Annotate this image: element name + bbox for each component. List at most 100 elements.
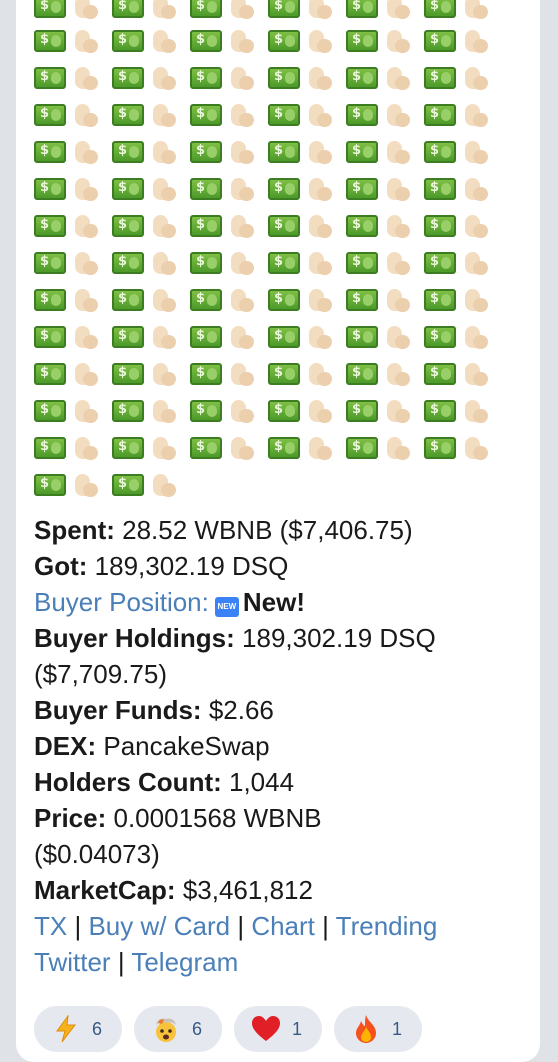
money-icon (112, 322, 151, 352)
money-icon (424, 211, 463, 241)
funds-line: Buyer Funds: $2.66 (34, 692, 534, 728)
money-icon (346, 433, 385, 463)
telegram-link[interactable]: Telegram (131, 947, 238, 977)
flexed-biceps-icon (229, 100, 268, 130)
flexed-biceps-icon (73, 63, 112, 93)
flexed-biceps-icon (151, 137, 190, 167)
emoji-row (34, 429, 504, 466)
flexed-biceps-icon (151, 26, 190, 56)
money-icon (190, 322, 229, 352)
reaction-heart[interactable]: 1 (234, 1006, 323, 1052)
price-value: 0.0001568 WBNB (113, 803, 322, 833)
flexed-biceps-icon (229, 174, 268, 204)
money-icon (268, 359, 307, 389)
money-icon (34, 211, 73, 241)
flexed-biceps-icon (307, 248, 346, 278)
money-icon (34, 174, 73, 204)
got-line: Got: 189,302.19 DSQ (34, 548, 534, 584)
flexed-biceps-icon (307, 322, 346, 352)
money-icon (112, 100, 151, 130)
money-icon (190, 433, 229, 463)
money-icon (190, 137, 229, 167)
money-icon (424, 359, 463, 389)
links-line-2: Twitter | Telegram (34, 944, 534, 980)
link-separator: | (322, 911, 329, 941)
holders-label: Holders Count: (34, 767, 222, 797)
exploding-head-icon (152, 1015, 180, 1043)
flexed-biceps-icon (307, 433, 346, 463)
flexed-biceps-icon (73, 0, 112, 22)
money-icon (190, 63, 229, 93)
reaction-count: 1 (292, 1018, 303, 1039)
money-icon (34, 433, 73, 463)
money-icon (112, 63, 151, 93)
flexed-biceps-icon (463, 0, 502, 22)
flexed-biceps-icon (73, 211, 112, 241)
money-icon (34, 0, 73, 22)
emoji-row (34, 59, 504, 96)
dex-label: DEX: (34, 731, 97, 761)
money-icon (346, 174, 385, 204)
money-icon (424, 433, 463, 463)
flexed-biceps-icon (307, 26, 346, 56)
money-icon (268, 137, 307, 167)
lightning-icon (52, 1015, 80, 1043)
money-icon (346, 137, 385, 167)
links-line-1: TX | Buy w/ Card | Chart | Trending (34, 908, 534, 944)
money-icon (268, 396, 307, 426)
money-icon (190, 174, 229, 204)
buyer-position-label[interactable]: Buyer Position: (34, 587, 209, 617)
flexed-biceps-icon (151, 0, 190, 22)
flexed-biceps-icon (463, 137, 502, 167)
flexed-biceps-icon (151, 211, 190, 241)
flexed-biceps-icon (385, 359, 424, 389)
money-icon (34, 137, 73, 167)
buy-with-card-link[interactable]: Buy w/ Card (88, 911, 230, 941)
flexed-biceps-icon (385, 174, 424, 204)
money-icon (34, 100, 73, 130)
emoji-row (34, 96, 504, 133)
money-icon (190, 248, 229, 278)
money-icon (346, 248, 385, 278)
flexed-biceps-icon (463, 396, 502, 426)
money-icon (190, 211, 229, 241)
message-text: Spent: 28.52 WBNB ($7,406.75) Got: 189,3… (34, 512, 534, 980)
flexed-biceps-icon (151, 359, 190, 389)
link-separator: | (117, 947, 125, 977)
flexed-biceps-icon (463, 63, 502, 93)
emoji-row (34, 244, 504, 281)
flexed-biceps-icon (307, 137, 346, 167)
chart-link[interactable]: Chart (251, 911, 315, 941)
holders-line: Holders Count: 1,044 (34, 764, 534, 800)
money-icon (112, 174, 151, 204)
flexed-biceps-icon (151, 63, 190, 93)
price-usd: ($0.04073) (34, 839, 160, 869)
holdings-label: Buyer Holdings: (34, 623, 235, 653)
flexed-biceps-icon (463, 433, 502, 463)
flexed-biceps-icon (73, 396, 112, 426)
reaction-exploding-head[interactable]: 6 (134, 1006, 223, 1052)
trending-link[interactable]: Trending (336, 911, 438, 941)
flexed-biceps-icon (307, 0, 346, 22)
money-icon (424, 100, 463, 130)
money-icon (346, 396, 385, 426)
money-icon (112, 137, 151, 167)
reaction-count: 6 (92, 1018, 103, 1039)
emoji-row (34, 207, 504, 244)
flexed-biceps-icon (73, 285, 112, 315)
reaction-fire[interactable]: 1 (334, 1006, 423, 1052)
flexed-biceps-icon (385, 322, 424, 352)
twitter-link[interactable]: Twitter (34, 947, 111, 977)
flexed-biceps-icon (463, 285, 502, 315)
money-icon (424, 285, 463, 315)
money-icon (190, 100, 229, 130)
reaction-lightning[interactable]: 6 (34, 1006, 123, 1052)
flexed-biceps-icon (73, 26, 112, 56)
money-icon (424, 248, 463, 278)
money-icon (112, 248, 151, 278)
flexed-biceps-icon (307, 63, 346, 93)
flexed-biceps-icon (73, 470, 112, 500)
mcap-line: MarketCap: $3,461,812 (34, 872, 534, 908)
dex-line: DEX: PancakeSwap (34, 728, 534, 764)
tx-link[interactable]: TX (34, 911, 67, 941)
